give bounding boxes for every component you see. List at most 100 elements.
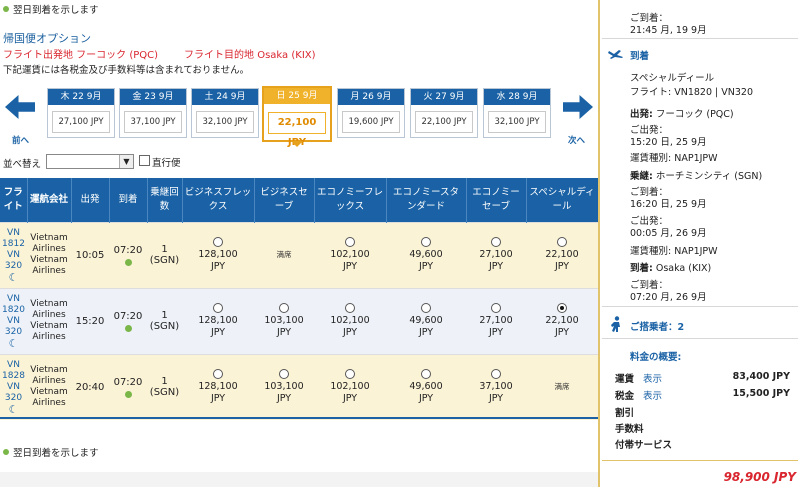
fare-radio[interactable] <box>491 369 501 380</box>
fare-cell[interactable]: 128,100 JPY <box>182 353 254 420</box>
fare-radio[interactable] <box>491 303 501 313</box>
fare-cell[interactable]: 102,100 JPY <box>314 353 386 420</box>
fare-radio[interactable] <box>557 303 567 313</box>
carrier-text: Vietnam <box>30 255 68 265</box>
flight-number-cell: VN 1820 VN 320 ☾ <box>0 287 27 354</box>
fare-class2-label: 運賃種別: <box>630 246 672 257</box>
next-day-dot-icon <box>124 390 132 398</box>
next-day-note-bottom-text: 翌日到着を示します <box>13 448 99 459</box>
date-card-label: 水 28 9月 <box>484 89 550 105</box>
fare-cell[interactable]: 102,100 JPY <box>314 221 386 288</box>
fare-cell[interactable]: 49,600 JPY <box>386 221 466 288</box>
chevron-down-icon[interactable]: ▼ <box>119 155 133 168</box>
fare-cell[interactable]: 27,100 JPY <box>466 287 526 354</box>
fare-show-link[interactable]: 表示 <box>643 371 662 385</box>
fare-unit: JPY <box>488 393 504 405</box>
date-card-3[interactable]: 日 25 9月 22,100 JPY <box>262 86 332 148</box>
fare-radio[interactable] <box>279 303 289 313</box>
fare-radio[interactable] <box>345 369 355 380</box>
arrive-time: 07:20 <box>113 310 143 322</box>
date-card-5[interactable]: 火 27 9月 22,100 JPY <box>410 88 478 138</box>
fare-cell[interactable]: 27,100 JPY <box>466 221 526 288</box>
next-day-dot-icon <box>3 449 9 455</box>
fare-radio[interactable] <box>213 237 223 247</box>
date-card-0[interactable]: 木 22 9月 27,100 JPY <box>47 88 115 138</box>
next-day-note-text: 翌日到着を示します <box>13 5 99 16</box>
fare-cell[interactable]: 102,100 JPY <box>314 287 386 354</box>
fare-unit: JPY <box>418 393 434 405</box>
dep-time: 15:20 日, 25 9月 <box>630 137 707 148</box>
fare-unit: JPY <box>342 261 358 272</box>
fare-radio[interactable] <box>421 369 431 380</box>
prev-week-link[interactable]: 前へ <box>12 134 29 146</box>
sort-label: 並べ替え <box>3 159 42 170</box>
direct-flight-checkbox[interactable] <box>139 155 150 166</box>
fare-cell[interactable]: 103,100 JPY <box>254 287 314 354</box>
next-day-dot-icon <box>3 6 9 12</box>
fare-cell[interactable]: 49,600 JPY <box>386 287 466 354</box>
fare-radio[interactable] <box>213 369 223 380</box>
soldout-text: 満席 <box>276 250 292 259</box>
date-card-6[interactable]: 水 28 9月 32,100 JPY <box>483 88 551 138</box>
flight-number-part: 1812 <box>2 238 25 249</box>
overnight-moon-icon: ☾ <box>8 270 19 284</box>
sort-select[interactable]: ▼ <box>46 154 134 169</box>
stops-cell: 1 (SGN) <box>147 221 182 288</box>
fare-radio[interactable] <box>421 303 431 313</box>
column-header-4: 乗継回数 <box>147 178 183 222</box>
fare-cell[interactable]: 49,600 JPY <box>386 353 466 420</box>
fare-value: 22,100 <box>545 315 579 326</box>
fare-radio[interactable] <box>421 237 431 247</box>
date-card-1[interactable]: 金 23 9月 37,100 JPY <box>119 88 187 138</box>
tax-row: 税金 表示 15,500 JPY <box>615 388 790 402</box>
transit-value: ホーチミンシティ (SGN) <box>655 171 763 182</box>
date-card-2[interactable]: 土 24 9月 32,100 JPY <box>191 88 259 138</box>
flight-results: 翌日到着を示します 帰国便オプション フライト出発地 フーコック (PQC) フラ… <box>0 0 599 487</box>
fare-cell[interactable]: 37,100 JPY <box>466 353 526 420</box>
fare-cell[interactable]: 22,100 JPY <box>526 287 598 354</box>
fare-unit: JPY <box>342 327 358 338</box>
column-header-1: 運航会社 <box>27 178 72 222</box>
fare-radio[interactable] <box>279 369 289 380</box>
fee-label: 手数料 <box>615 424 644 435</box>
next-week-arrow-icon[interactable] <box>563 95 593 121</box>
fare-radio[interactable] <box>557 237 567 247</box>
date-card-4[interactable]: 月 26 9月 19,600 JPY <box>337 88 405 138</box>
fare-radio[interactable] <box>213 303 223 313</box>
carrier-text: Vietnam <box>30 321 68 331</box>
table-row: VN 1828 VN 320 ☾ Vietnam Airlines Vietnam Airlin… <box>0 353 598 420</box>
flight-number-part: 1828 <box>2 370 25 381</box>
fare-radio[interactable] <box>491 237 501 247</box>
fare-unit: JPY <box>554 327 570 338</box>
date-card-price: 37,100 JPY <box>124 111 182 133</box>
stops-cell: 1 (SGN) <box>147 353 182 420</box>
passenger-count: ご搭乗者：2 <box>630 322 685 333</box>
next-day-note-bottom: 翌日到着を示します <box>3 445 99 459</box>
final-arr: 07:20 月, 26 9月 <box>630 292 707 303</box>
fare-cell[interactable]: 128,100 JPY <box>182 287 254 354</box>
flight-number-part: VN <box>7 293 20 304</box>
column-header-5: ビジネスフレックス <box>182 178 255 222</box>
prev-week-arrow-icon[interactable] <box>5 95 35 121</box>
fare-class-line: 運賃種別: NAP1JPW <box>630 150 718 164</box>
tax-show-link[interactable]: 表示 <box>643 388 662 402</box>
next-week-link[interactable]: 次へ <box>568 134 585 146</box>
carrier-cell: Vietnam Airlines Vietnam Airlines <box>27 221 71 288</box>
next-day-note: 翌日到着を示します <box>3 2 99 16</box>
flight-number-part: 1820 <box>2 304 25 315</box>
fare-value: 49,600 <box>409 315 443 326</box>
fare-cell[interactable]: 103,100 JPY <box>254 353 314 420</box>
date-card-price: 22,100 JPY <box>415 111 473 133</box>
fare-radio[interactable] <box>345 237 355 247</box>
fare-unit: JPY <box>210 327 226 338</box>
overnight-moon-icon: ☾ <box>8 402 19 416</box>
fare-disclaimer: 下記運賃には各税金及び手数料等は含まれておりません。 <box>3 65 250 76</box>
fare-cell[interactable]: 22,100 JPY <box>526 221 598 288</box>
fare-radio[interactable] <box>345 303 355 313</box>
panel-divider <box>602 306 798 307</box>
depart-cell: 20:40 <box>71 353 109 420</box>
fare-cell[interactable]: 128,100 JPY <box>182 221 254 288</box>
column-header-2: 出発 <box>71 178 110 222</box>
fare-value: 128,100 <box>198 249 238 260</box>
flight-number-part: VN <box>7 227 20 238</box>
